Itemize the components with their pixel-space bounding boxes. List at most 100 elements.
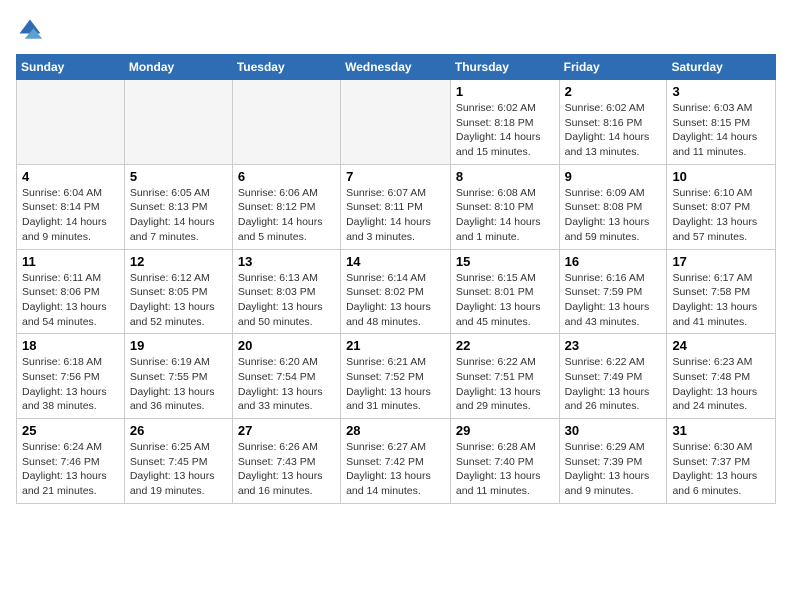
- day-number: 25: [22, 423, 119, 438]
- day-info: Sunrise: 6:27 AMSunset: 7:42 PMDaylight:…: [346, 440, 445, 499]
- calendar-cell: 2 Sunrise: 6:02 AMSunset: 8:16 PMDaylight…: [559, 80, 667, 165]
- calendar-cell: 1 Sunrise: 6:02 AMSunset: 8:18 PMDaylight…: [450, 80, 559, 165]
- day-number: 26: [130, 423, 227, 438]
- day-info: Sunrise: 6:23 AMSunset: 7:48 PMDaylight:…: [672, 355, 770, 414]
- day-number: 10: [672, 169, 770, 184]
- day-info: Sunrise: 6:02 AMSunset: 8:18 PMDaylight:…: [456, 101, 554, 160]
- calendar-cell: 8 Sunrise: 6:08 AMSunset: 8:10 PMDaylight…: [450, 164, 559, 249]
- day-info: Sunrise: 6:22 AMSunset: 7:51 PMDaylight:…: [456, 355, 554, 414]
- calendar-cell: 29Sunrise: 6:28 AMSunset: 7:40 PMDayligh…: [450, 419, 559, 504]
- calendar-cell: 19 Sunrise: 6:19 AMSunset: 7:55 PMDayligh…: [124, 334, 232, 419]
- day-info: Sunrise: 6:26 AMSunset: 7:43 PMDaylight:…: [238, 440, 335, 499]
- day-number: 23: [565, 338, 662, 353]
- weekday-header-saturday: Saturday: [667, 55, 776, 80]
- day-info: Sunrise: 6:21 AMSunset: 7:52 PMDaylight:…: [346, 355, 445, 414]
- day-number: 6: [238, 169, 335, 184]
- day-info: Sunrise: 6:10 AMSunset: 8:07 PMDaylight:…: [672, 186, 770, 245]
- day-info: Sunrise: 6:22 AMSunset: 7:49 PMDaylight:…: [565, 355, 662, 414]
- day-info: Sunrise: 6:17 AMSunset: 7:58 PMDaylight:…: [672, 271, 770, 330]
- calendar-cell: 5Sunrise: 6:05 AMSunset: 8:13 PMDaylight…: [124, 164, 232, 249]
- day-number: 11: [22, 254, 119, 269]
- calendar-cell: 30 Sunrise: 6:29 AMSunset: 7:39 PMDayligh…: [559, 419, 667, 504]
- day-info: Sunrise: 6:25 AMSunset: 7:45 PMDaylight:…: [130, 440, 227, 499]
- day-info: Sunrise: 6:06 AMSunset: 8:12 PMDaylight:…: [238, 186, 335, 245]
- calendar-cell: 16Sunrise: 6:16 AMSunset: 7:59 PMDayligh…: [559, 249, 667, 334]
- day-info: Sunrise: 6:15 AMSunset: 8:01 PMDaylight:…: [456, 271, 554, 330]
- calendar-cell: 25 Sunrise: 6:24 AMSunset: 7:46 PMDayligh…: [17, 419, 125, 504]
- calendar-cell: 9Sunrise: 6:09 AMSunset: 8:08 PMDaylight…: [559, 164, 667, 249]
- day-info: Sunrise: 6:08 AMSunset: 8:10 PMDaylight:…: [456, 186, 554, 245]
- day-info: Sunrise: 6:13 AMSunset: 8:03 PMDaylight:…: [238, 271, 335, 330]
- calendar-cell: 18 Sunrise: 6:18 AMSunset: 7:56 PMDayligh…: [17, 334, 125, 419]
- day-info: Sunrise: 6:11 AMSunset: 8:06 PMDaylight:…: [22, 271, 119, 330]
- day-number: 2: [565, 84, 662, 99]
- day-number: 8: [456, 169, 554, 184]
- calendar-cell: 6 Sunrise: 6:06 AMSunset: 8:12 PMDaylight…: [232, 164, 340, 249]
- day-number: 27: [238, 423, 335, 438]
- day-info: Sunrise: 6:02 AMSunset: 8:16 PMDaylight:…: [565, 101, 662, 160]
- weekday-header-sunday: Sunday: [17, 55, 125, 80]
- day-info: Sunrise: 6:28 AMSunset: 7:40 PMDaylight:…: [456, 440, 554, 499]
- day-number: 18: [22, 338, 119, 353]
- calendar-week-4: 18 Sunrise: 6:18 AMSunset: 7:56 PMDayligh…: [17, 334, 776, 419]
- calendar-cell: 3 Sunrise: 6:03 AMSunset: 8:15 PMDaylight…: [667, 80, 776, 165]
- day-info: Sunrise: 6:04 AMSunset: 8:14 PMDaylight:…: [22, 186, 119, 245]
- weekday-header-tuesday: Tuesday: [232, 55, 340, 80]
- calendar-week-1: 1 Sunrise: 6:02 AMSunset: 8:18 PMDaylight…: [17, 80, 776, 165]
- calendar-cell: 14 Sunrise: 6:14 AMSunset: 8:02 PMDayligh…: [341, 249, 451, 334]
- day-number: 31: [672, 423, 770, 438]
- weekday-header-wednesday: Wednesday: [341, 55, 451, 80]
- day-number: 28: [346, 423, 445, 438]
- day-number: 22: [456, 338, 554, 353]
- day-number: 15: [456, 254, 554, 269]
- day-info: Sunrise: 6:12 AMSunset: 8:05 PMDaylight:…: [130, 271, 227, 330]
- logo-icon: [16, 16, 44, 44]
- calendar-cell: 28 Sunrise: 6:27 AMSunset: 7:42 PMDayligh…: [341, 419, 451, 504]
- day-info: Sunrise: 6:03 AMSunset: 8:15 PMDaylight:…: [672, 101, 770, 160]
- weekday-header-friday: Friday: [559, 55, 667, 80]
- calendar-cell: 23 Sunrise: 6:22 AMSunset: 7:49 PMDayligh…: [559, 334, 667, 419]
- calendar-cell: [232, 80, 340, 165]
- calendar-week-2: 4 Sunrise: 6:04 AMSunset: 8:14 PMDaylight…: [17, 164, 776, 249]
- day-number: 13: [238, 254, 335, 269]
- day-info: Sunrise: 6:07 AMSunset: 8:11 PMDaylight:…: [346, 186, 445, 245]
- day-number: 14: [346, 254, 445, 269]
- calendar-cell: [341, 80, 451, 165]
- weekday-header-thursday: Thursday: [450, 55, 559, 80]
- calendar-cell: 11 Sunrise: 6:11 AMSunset: 8:06 PMDayligh…: [17, 249, 125, 334]
- calendar-cell: 10 Sunrise: 6:10 AMSunset: 8:07 PMDayligh…: [667, 164, 776, 249]
- day-number: 16: [565, 254, 662, 269]
- day-number: 7: [346, 169, 445, 184]
- day-number: 4: [22, 169, 119, 184]
- calendar-cell: 22 Sunrise: 6:22 AMSunset: 7:51 PMDayligh…: [450, 334, 559, 419]
- calendar-cell: 7 Sunrise: 6:07 AMSunset: 8:11 PMDaylight…: [341, 164, 451, 249]
- calendar-table: SundayMondayTuesdayWednesdayThursdayFrid…: [16, 54, 776, 504]
- day-info: Sunrise: 6:29 AMSunset: 7:39 PMDaylight:…: [565, 440, 662, 499]
- calendar-cell: 12 Sunrise: 6:12 AMSunset: 8:05 PMDayligh…: [124, 249, 232, 334]
- calendar-cell: 4 Sunrise: 6:04 AMSunset: 8:14 PMDaylight…: [17, 164, 125, 249]
- day-info: Sunrise: 6:20 AMSunset: 7:54 PMDaylight:…: [238, 355, 335, 414]
- day-number: 12: [130, 254, 227, 269]
- page-header: [16, 16, 776, 44]
- day-info: Sunrise: 6:14 AMSunset: 8:02 PMDaylight:…: [346, 271, 445, 330]
- weekday-header-monday: Monday: [124, 55, 232, 80]
- calendar-cell: 24Sunrise: 6:23 AMSunset: 7:48 PMDayligh…: [667, 334, 776, 419]
- calendar-cell: 15 Sunrise: 6:15 AMSunset: 8:01 PMDayligh…: [450, 249, 559, 334]
- calendar-cell: 27 Sunrise: 6:26 AMSunset: 7:43 PMDayligh…: [232, 419, 340, 504]
- calendar-cell: 31 Sunrise: 6:30 AMSunset: 7:37 PMDayligh…: [667, 419, 776, 504]
- calendar-cell: 20Sunrise: 6:20 AMSunset: 7:54 PMDayligh…: [232, 334, 340, 419]
- day-number: 19: [130, 338, 227, 353]
- day-info: Sunrise: 6:30 AMSunset: 7:37 PMDaylight:…: [672, 440, 770, 499]
- day-info: Sunrise: 6:19 AMSunset: 7:55 PMDaylight:…: [130, 355, 227, 414]
- logo: [16, 16, 48, 44]
- day-info: Sunrise: 6:09 AMSunset: 8:08 PMDaylight:…: [565, 186, 662, 245]
- day-number: 1: [456, 84, 554, 99]
- day-number: 3: [672, 84, 770, 99]
- calendar-cell: 13 Sunrise: 6:13 AMSunset: 8:03 PMDayligh…: [232, 249, 340, 334]
- day-info: Sunrise: 6:18 AMSunset: 7:56 PMDaylight:…: [22, 355, 119, 414]
- day-info: Sunrise: 6:24 AMSunset: 7:46 PMDaylight:…: [22, 440, 119, 499]
- calendar-week-3: 11 Sunrise: 6:11 AMSunset: 8:06 PMDayligh…: [17, 249, 776, 334]
- calendar-cell: 21Sunrise: 6:21 AMSunset: 7:52 PMDayligh…: [341, 334, 451, 419]
- day-number: 30: [565, 423, 662, 438]
- day-info: Sunrise: 6:05 AMSunset: 8:13 PMDaylight:…: [130, 186, 227, 245]
